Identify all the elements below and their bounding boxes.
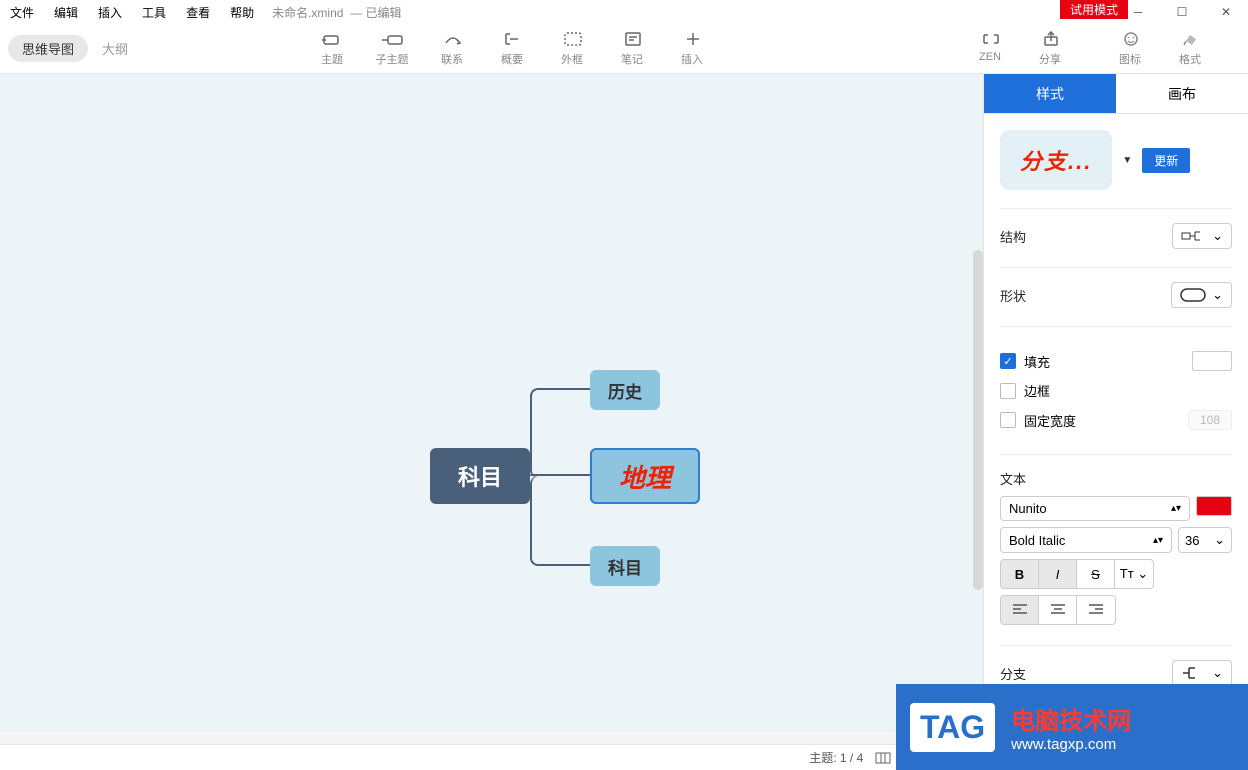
- emoji-icon: [1120, 31, 1140, 49]
- align-center-button[interactable]: [1039, 596, 1077, 624]
- font-size-select[interactable]: 36⌄: [1178, 527, 1232, 553]
- updown-icon: ▴▾: [1171, 503, 1181, 514]
- node-root[interactable]: 科目: [430, 448, 530, 504]
- menu-tools[interactable]: 工具: [132, 4, 176, 21]
- fill-color-swatch[interactable]: [1192, 351, 1232, 371]
- tab-outline[interactable]: 大纲: [88, 35, 142, 62]
- structure-icon: [1181, 229, 1205, 243]
- fill-label: 填充: [1024, 352, 1050, 371]
- maximize-button[interactable]: ☐: [1160, 0, 1204, 24]
- node-subject[interactable]: 科目: [590, 546, 660, 586]
- shape-select[interactable]: ⌄: [1171, 282, 1232, 308]
- watermark-tag: TAG: [910, 703, 995, 752]
- node-geography-selected[interactable]: 地理: [590, 448, 700, 504]
- align-group: [1000, 595, 1116, 625]
- tool-emoji[interactable]: 图标: [1100, 31, 1160, 67]
- document-title: 未命名.xmind — 已编辑: [272, 4, 401, 21]
- chevron-down-icon[interactable]: ▼: [1122, 155, 1132, 166]
- tab-style[interactable]: 样式: [984, 74, 1116, 114]
- menu-edit[interactable]: 编辑: [44, 4, 88, 21]
- share-icon: [1040, 31, 1060, 49]
- tool-note[interactable]: 笔记: [602, 31, 662, 67]
- font-family-select[interactable]: Nunito▴▾: [1000, 496, 1190, 521]
- menu-help[interactable]: 帮助: [220, 4, 264, 21]
- border-label: 边框: [1024, 381, 1050, 400]
- update-button[interactable]: 更新: [1142, 148, 1190, 173]
- style-preview[interactable]: 分支...: [1000, 130, 1112, 190]
- close-button[interactable]: ✕: [1204, 0, 1248, 24]
- branch-icon: [1181, 666, 1205, 680]
- branch-line: [530, 388, 590, 478]
- bold-button[interactable]: B: [1001, 560, 1039, 588]
- menu-view[interactable]: 查看: [176, 4, 220, 21]
- tool-boundary[interactable]: 外框: [542, 31, 602, 67]
- watermark: TAG 电脑技术网 www.tagxp.com: [896, 684, 1248, 770]
- tool-topic[interactable]: 主题: [302, 31, 362, 67]
- chevron-down-icon: ⌄: [1212, 665, 1223, 681]
- tab-canvas-settings[interactable]: 画布: [1116, 74, 1248, 114]
- plus-icon: [682, 31, 702, 49]
- tool-subtopic[interactable]: 子主题: [362, 31, 422, 67]
- minimize-button[interactable]: ─: [1116, 0, 1160, 24]
- width-input[interactable]: [1188, 410, 1232, 430]
- branch-label: 分支: [1000, 664, 1026, 683]
- tool-insert[interactable]: 插入: [662, 31, 722, 67]
- relation-icon: [442, 31, 462, 49]
- italic-button[interactable]: I: [1039, 560, 1077, 588]
- chevron-down-icon: ⌄: [1212, 228, 1223, 244]
- structure-select[interactable]: ⌄: [1172, 223, 1232, 249]
- chevron-down-icon: ⌄: [1212, 287, 1223, 303]
- branch-style-select[interactable]: ⌄: [1172, 660, 1232, 686]
- updown-icon: ▴▾: [1153, 535, 1163, 546]
- topic-counter: 主题: 1 / 4: [809, 749, 863, 766]
- shape-label: 形状: [1000, 286, 1026, 305]
- fixed-width-label: 固定宽度: [1024, 411, 1076, 430]
- fill-checkbox[interactable]: ✓: [1000, 353, 1016, 369]
- menu-insert[interactable]: 插入: [88, 4, 132, 21]
- watermark-url: www.tagxp.com: [1011, 736, 1131, 753]
- format-icon: [1180, 31, 1200, 49]
- watermark-title: 电脑技术网: [1011, 701, 1131, 736]
- note-icon: [622, 31, 642, 49]
- tool-zen[interactable]: ZEN: [960, 31, 1020, 67]
- tool-format[interactable]: 格式: [1160, 31, 1220, 67]
- toolbar: 思维导图 大纲 主题 子主题 联系 概要 外框 笔记 插入 ZEN 分享 图标 …: [0, 24, 1248, 74]
- text-color-swatch[interactable]: [1196, 496, 1232, 516]
- border-checkbox[interactable]: [1000, 383, 1016, 399]
- format-panel: 样式 画布 分支... ▼ 更新 结构 ⌄ 形状: [984, 74, 1248, 744]
- summary-icon: [502, 31, 522, 49]
- tool-relation[interactable]: 联系: [422, 31, 482, 67]
- menu-file[interactable]: 文件: [0, 4, 44, 21]
- chevron-down-icon: ⌄: [1214, 532, 1225, 548]
- tab-mindmap[interactable]: 思维导图: [8, 35, 88, 62]
- map-icon[interactable]: [875, 751, 891, 765]
- window-controls: ─ ☐ ✕: [1116, 0, 1248, 24]
- text-case-button[interactable]: Tᴛ ⌄: [1115, 560, 1153, 588]
- status-bar: 主题: 1 / 4 − + 100%: [0, 744, 984, 770]
- zen-icon: [980, 31, 1000, 49]
- text-label: 文本: [1000, 469, 1026, 488]
- font-weight-select[interactable]: Bold Italic▴▾: [1000, 527, 1172, 553]
- canvas[interactable]: 科目 历史 地理 科目: [0, 74, 984, 744]
- tool-summary[interactable]: 概要: [482, 31, 542, 67]
- structure-label: 结构: [1000, 227, 1026, 246]
- tool-share[interactable]: 分享: [1020, 31, 1080, 67]
- boundary-icon: [562, 31, 582, 49]
- vertical-scrollbar[interactable]: [973, 250, 983, 590]
- shape-icon: [1180, 288, 1206, 302]
- fixed-width-checkbox[interactable]: [1000, 412, 1016, 428]
- subtopic-icon: [382, 31, 402, 49]
- topic-icon: [322, 31, 342, 49]
- branch-line: [530, 476, 590, 566]
- text-style-group: B I S Tᴛ ⌄: [1000, 559, 1154, 589]
- strikethrough-button[interactable]: S: [1077, 560, 1115, 588]
- align-right-button[interactable]: [1077, 596, 1115, 624]
- align-left-button[interactable]: [1001, 596, 1039, 624]
- node-history[interactable]: 历史: [590, 370, 660, 410]
